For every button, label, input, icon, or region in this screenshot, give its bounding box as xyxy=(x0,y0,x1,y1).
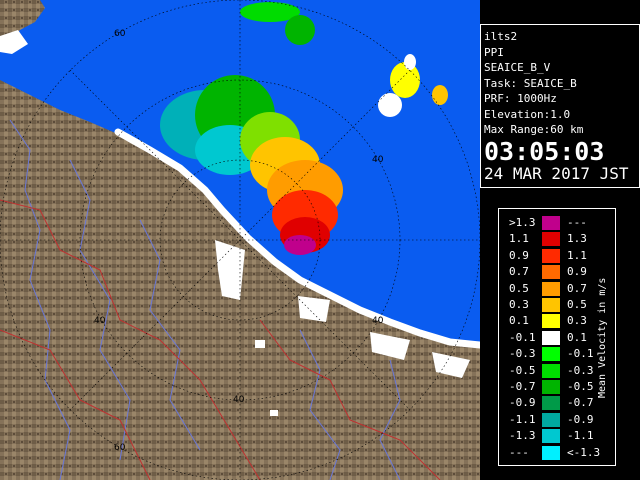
scan-date: 24 MAR 2017 JST xyxy=(484,163,629,183)
scan-info-panel: ilts2 PPI SEAICE_B_V Task: SEAICE_B PRF:… xyxy=(480,24,640,188)
legend-high-value: 1.3 xyxy=(567,232,587,246)
legend-swatch xyxy=(542,412,560,427)
legend-low-value: 0.5 xyxy=(509,281,529,295)
site-name: ilts2 xyxy=(484,30,518,43)
ice-patch xyxy=(255,340,265,348)
legend-row: -0.9 -0.7 xyxy=(499,395,599,411)
legend-low-value: -0.5 xyxy=(509,363,536,377)
prf-value: PRF: 1000Hz xyxy=(484,92,557,105)
legend-row: -0.1 0.1 xyxy=(499,330,599,346)
legend-low-value: -0.7 xyxy=(509,380,536,393)
legend-high-value: 0.7 xyxy=(567,281,587,295)
scan-name: SEAICE_B_V xyxy=(484,61,551,74)
legend-row: >1.3 --- xyxy=(499,215,599,231)
legend-high-value: 0.9 xyxy=(567,265,587,279)
ice-patch xyxy=(270,410,278,416)
legend-low-value: 0.7 xyxy=(509,265,529,279)
legend-swatch xyxy=(542,363,560,378)
legend-swatch xyxy=(542,429,560,444)
product-type: PPI xyxy=(484,45,504,59)
legend-title: Mean Velocity in m/s xyxy=(597,277,608,399)
legend-row: 1.1 1.3 xyxy=(499,231,599,247)
legend-row: 0.3 0.5 xyxy=(499,297,599,313)
legend-swatch xyxy=(542,314,560,329)
legend-low-value: 0.9 xyxy=(509,248,529,262)
legend-high-value: -0.5 xyxy=(567,380,594,393)
legend-swatch xyxy=(542,265,560,280)
legend-swatch xyxy=(542,380,560,394)
radar-ppi-map: 60 40 40 40 40 60 xyxy=(0,0,480,480)
legend-high-value: 0.3 xyxy=(567,314,587,328)
legend-low-value: 1.1 xyxy=(509,232,529,246)
ring-label: 40 xyxy=(94,316,106,326)
legend-low-value: -0.1 xyxy=(509,330,536,344)
scan-time: 03:05:03 xyxy=(484,136,605,166)
legend-low-value: -1.1 xyxy=(509,412,536,426)
legend-row: -1.3 -1.1 xyxy=(499,428,599,444)
legend-swatch xyxy=(542,248,560,263)
legend-low-value: -1.3 xyxy=(509,429,536,443)
elevation-value: Elevation:1.0 xyxy=(484,107,571,121)
legend-high-value: -0.1 xyxy=(567,347,594,361)
legend-high-value: -0.7 xyxy=(567,396,594,410)
legend-high-value: 1.1 xyxy=(567,248,587,262)
legend-low-value: 0.1 xyxy=(509,314,529,328)
legend-row: 0.9 1.1 xyxy=(499,248,599,264)
legend-low-value: -0.3 xyxy=(509,347,536,361)
legend-row: 0.1 0.3 xyxy=(499,313,599,329)
legend-low-value: >1.3 xyxy=(509,216,536,229)
legend-high-value: -0.3 xyxy=(567,363,594,377)
legend-swatch xyxy=(542,445,560,460)
ring-label: 60 xyxy=(114,29,126,39)
max-range-value: Max Range:60 km xyxy=(484,123,584,136)
legend-swatch xyxy=(542,216,560,230)
legend-row: -0.3 -0.1 xyxy=(499,346,599,362)
legend-high-value: <-1.3 xyxy=(567,445,601,459)
legend-high-value: --- xyxy=(567,216,587,229)
legend-high-value: 0.1 xyxy=(567,330,587,344)
ring-label: 60 xyxy=(114,443,126,453)
legend-swatch xyxy=(542,298,560,312)
legend-row: -0.7 -0.5 xyxy=(499,379,599,395)
legend-swatch xyxy=(542,330,560,345)
legend-high-value: -0.9 xyxy=(567,412,594,426)
ring-label: 40 xyxy=(372,316,384,326)
legend-low-value: -0.9 xyxy=(509,396,536,410)
legend-low-value: --- xyxy=(509,445,529,459)
velocity-color-legend: >1.3 --- 1.1 1.3 0.9 1.1 0.7 0.9 0.5 0.7 0.3 0.5 0.1… xyxy=(498,208,616,466)
ring-label: 40 xyxy=(233,395,245,405)
legend-swatch xyxy=(542,232,560,247)
legend-swatch xyxy=(542,347,560,362)
ice-patch xyxy=(298,296,330,322)
legend-high-value: -1.1 xyxy=(567,429,594,443)
legend-swatch xyxy=(542,281,560,296)
legend-row: -0.5 -0.3 xyxy=(499,363,599,379)
task-name: Task: SEAICE_B xyxy=(484,76,577,90)
legend-row: 0.5 0.7 xyxy=(499,281,599,297)
legend-row: 0.7 0.9 xyxy=(499,264,599,280)
ring-label: 40 xyxy=(372,155,384,165)
legend-row: -1.1 -0.9 xyxy=(499,412,599,428)
legend-low-value: 0.3 xyxy=(509,298,529,311)
legend-high-value: 0.5 xyxy=(567,298,587,311)
legend-row: --- <-1.3 xyxy=(499,445,601,461)
legend-swatch xyxy=(542,396,560,411)
